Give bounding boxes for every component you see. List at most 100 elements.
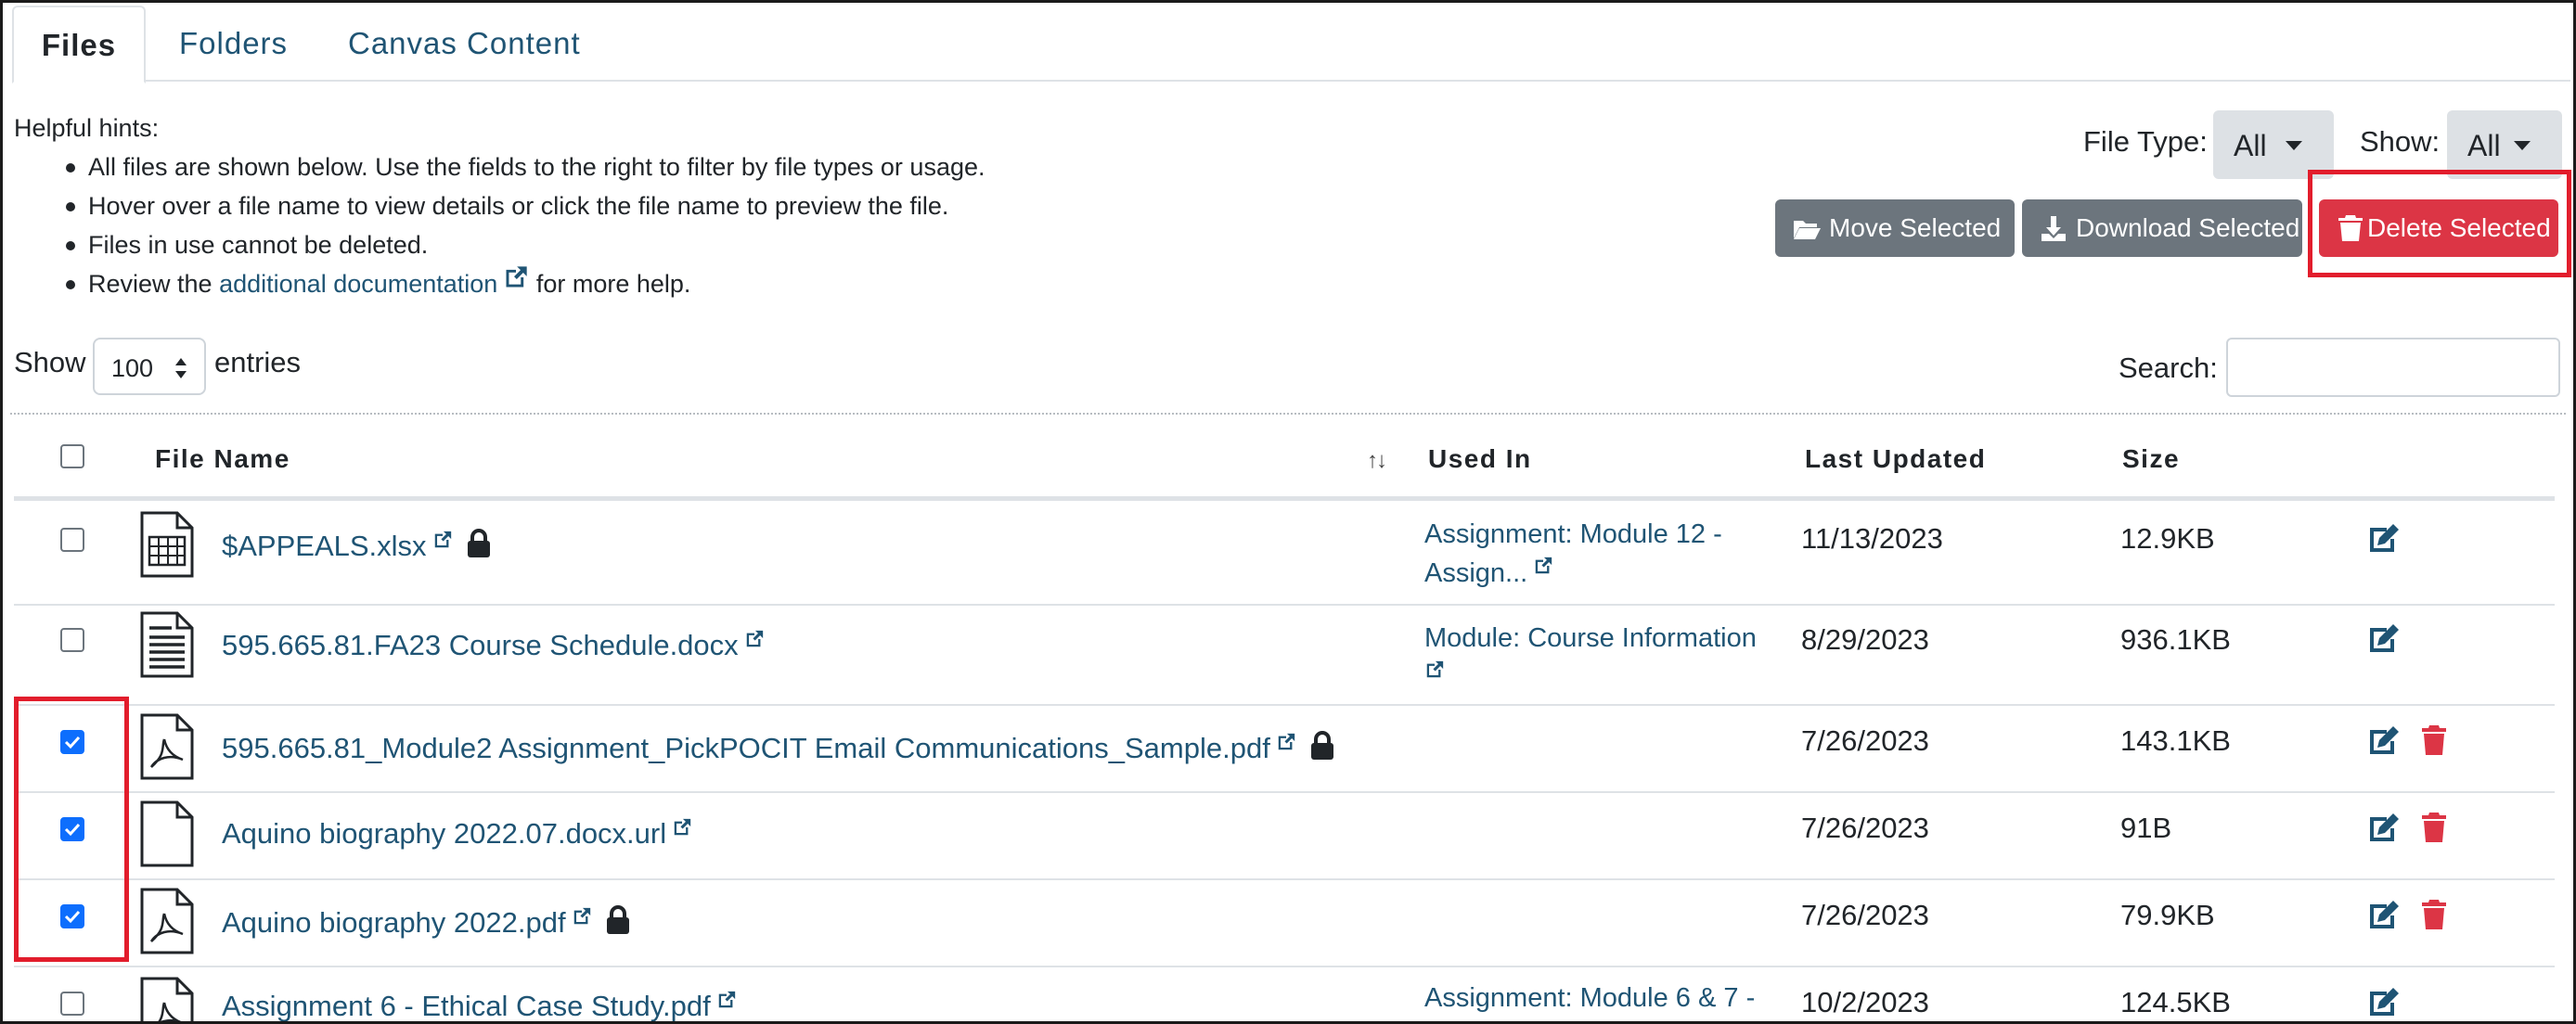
- external-link-icon: [1424, 659, 1445, 680]
- show-entries-label: Show: [14, 346, 86, 378]
- size-cell: 143.1KB: [2120, 724, 2231, 757]
- edit-icon[interactable]: [2367, 812, 2401, 843]
- external-link-icon: [1533, 556, 1553, 576]
- column-header-used-in[interactable]: Used In: [1428, 444, 1532, 474]
- edit-icon[interactable]: [2367, 724, 2401, 756]
- move-selected-button[interactable]: Move Selected: [1775, 199, 2015, 257]
- file-name-link[interactable]: Assignment 6 - Ethical Case Study.pdf: [222, 990, 737, 1021]
- edit-icon[interactable]: [2367, 622, 2401, 654]
- size-cell: 936.1KB: [2120, 623, 2231, 656]
- header-divider: [14, 496, 2555, 501]
- download-selected-label: Download Selected: [2076, 213, 2300, 242]
- download-selected-button[interactable]: Download Selected: [2022, 199, 2302, 257]
- edit-icon[interactable]: [2367, 986, 2401, 1018]
- size-cell: 79.9KB: [2120, 899, 2215, 931]
- search-label: Search:: [2119, 352, 2218, 384]
- last-updated-cell: 7/26/2023: [1801, 812, 1929, 844]
- additional-documentation-link[interactable]: additional documentation: [219, 270, 497, 298]
- file-name-link[interactable]: 595.665.81_Module2 Assignment_PickPOCIT …: [222, 730, 1335, 765]
- file-type-label: File Type:: [2083, 125, 2208, 158]
- file-name-link[interactable]: Aquino biography 2022.07.docx.url: [222, 817, 692, 851]
- hint-suffix: for more help.: [535, 270, 691, 298]
- tab-canvas-content[interactable]: Canvas Content: [348, 6, 581, 82]
- trash-icon[interactable]: [2421, 724, 2447, 756]
- show-filter-label: Show:: [2360, 125, 2441, 158]
- sort-arrows-icon: [175, 358, 187, 378]
- lock-icon: [467, 529, 490, 557]
- last-updated-cell: 11/13/2023: [1801, 522, 1943, 555]
- external-link-icon: [1276, 732, 1296, 752]
- row-divider: [14, 704, 2555, 706]
- files-manager: Files Folders Canvas Content Helpful hin…: [0, 0, 2576, 1024]
- file-name-link[interactable]: Aquino biography 2022.pdf: [222, 904, 631, 940]
- entries-per-page-value: 100: [111, 354, 154, 382]
- folder-open-icon: [1794, 221, 1821, 239]
- row-checkbox[interactable]: [60, 992, 84, 1016]
- pdf-file-icon: [140, 977, 194, 1021]
- row-divider: [14, 791, 2555, 793]
- external-link-icon: [572, 906, 592, 927]
- pdf-file-icon: [140, 888, 194, 954]
- row-divider: [14, 966, 2555, 967]
- entries-label: entries: [214, 346, 302, 378]
- column-header-file-name[interactable]: File Name: [155, 444, 290, 474]
- last-updated-cell: 8/29/2023: [1801, 623, 1929, 656]
- external-link-icon: [716, 990, 737, 1010]
- row-divider: [14, 878, 2555, 880]
- move-selected-label: Move Selected: [1829, 213, 2002, 242]
- divider: [10, 413, 2566, 415]
- pdf-file-icon: [140, 713, 194, 780]
- spreadsheet-file-icon: [140, 511, 194, 578]
- show-filter-value: All: [2467, 129, 2501, 162]
- external-link-icon: [672, 817, 692, 838]
- file-name-link[interactable]: 595.665.81.FA23 Course Schedule.docx: [222, 629, 765, 662]
- lock-icon: [606, 905, 629, 934]
- entries-per-page-select[interactable]: 100: [93, 338, 206, 395]
- hints-list: All files are shown below. Use the field…: [60, 147, 985, 303]
- sort-icon[interactable]: ↑↓: [1367, 448, 1387, 474]
- lock-icon: [1310, 731, 1333, 760]
- caret-down-icon: [2513, 141, 2531, 150]
- size-cell: 124.5KB: [2120, 986, 2231, 1018]
- row-checkbox[interactable]: [60, 528, 84, 552]
- used-in-link[interactable]: Assignment: Module 6 & 7 -: [1424, 979, 1755, 1018]
- row-checkbox[interactable]: [60, 628, 84, 652]
- hint-item: Hover over a file name to view details o…: [60, 186, 985, 225]
- last-updated-cell: 7/26/2023: [1801, 724, 1929, 757]
- last-updated-cell: 10/2/2023: [1801, 986, 1929, 1018]
- row-divider: [14, 604, 2555, 606]
- search-input[interactable]: [2226, 338, 2560, 397]
- trash-icon[interactable]: [2421, 899, 2447, 930]
- tab-bar: Files Folders Canvas Content: [12, 6, 2570, 83]
- hint-prefix: Review the: [88, 270, 213, 298]
- tab-files[interactable]: Files: [12, 6, 146, 83]
- size-cell: 12.9KB: [2120, 522, 2215, 555]
- hint-item: All files are shown below. Use the field…: [60, 147, 985, 186]
- blank-file-icon: [140, 800, 194, 867]
- column-header-last-updated[interactable]: Last Updated: [1805, 444, 1986, 474]
- column-header-size[interactable]: Size: [2122, 444, 2180, 474]
- selection-highlight-annotation: [14, 697, 129, 962]
- hint-item: Review the additional documentation for …: [60, 264, 985, 303]
- external-link-icon: [503, 264, 529, 290]
- size-cell: 91B: [2120, 812, 2172, 844]
- edit-icon[interactable]: [2367, 522, 2401, 554]
- trash-icon[interactable]: [2421, 812, 2447, 843]
- download-icon: [2041, 216, 2066, 241]
- delete-highlight-annotation: [2308, 170, 2571, 277]
- select-all-checkbox[interactable]: [60, 444, 84, 468]
- external-link-icon: [744, 629, 765, 649]
- external-link-icon: [432, 530, 453, 550]
- hint-item: Files in use cannot be deleted.: [60, 225, 985, 264]
- caret-down-icon: [2285, 141, 2302, 150]
- document-file-icon: [140, 611, 194, 678]
- used-in-link[interactable]: Assignment: Module 12 - Assign...: [1424, 515, 1722, 593]
- last-updated-cell: 7/26/2023: [1801, 899, 1929, 931]
- tab-folders[interactable]: Folders: [179, 6, 288, 82]
- used-in-link[interactable]: Module: Course Information: [1424, 619, 1757, 697]
- file-type-dropdown[interactable]: All: [2213, 110, 2334, 179]
- file-name-link[interactable]: $APPEALS.xlsx: [222, 528, 492, 563]
- edit-icon[interactable]: [2367, 899, 2401, 930]
- file-type-value: All: [2234, 129, 2267, 162]
- show-filter-dropdown[interactable]: All: [2447, 110, 2562, 179]
